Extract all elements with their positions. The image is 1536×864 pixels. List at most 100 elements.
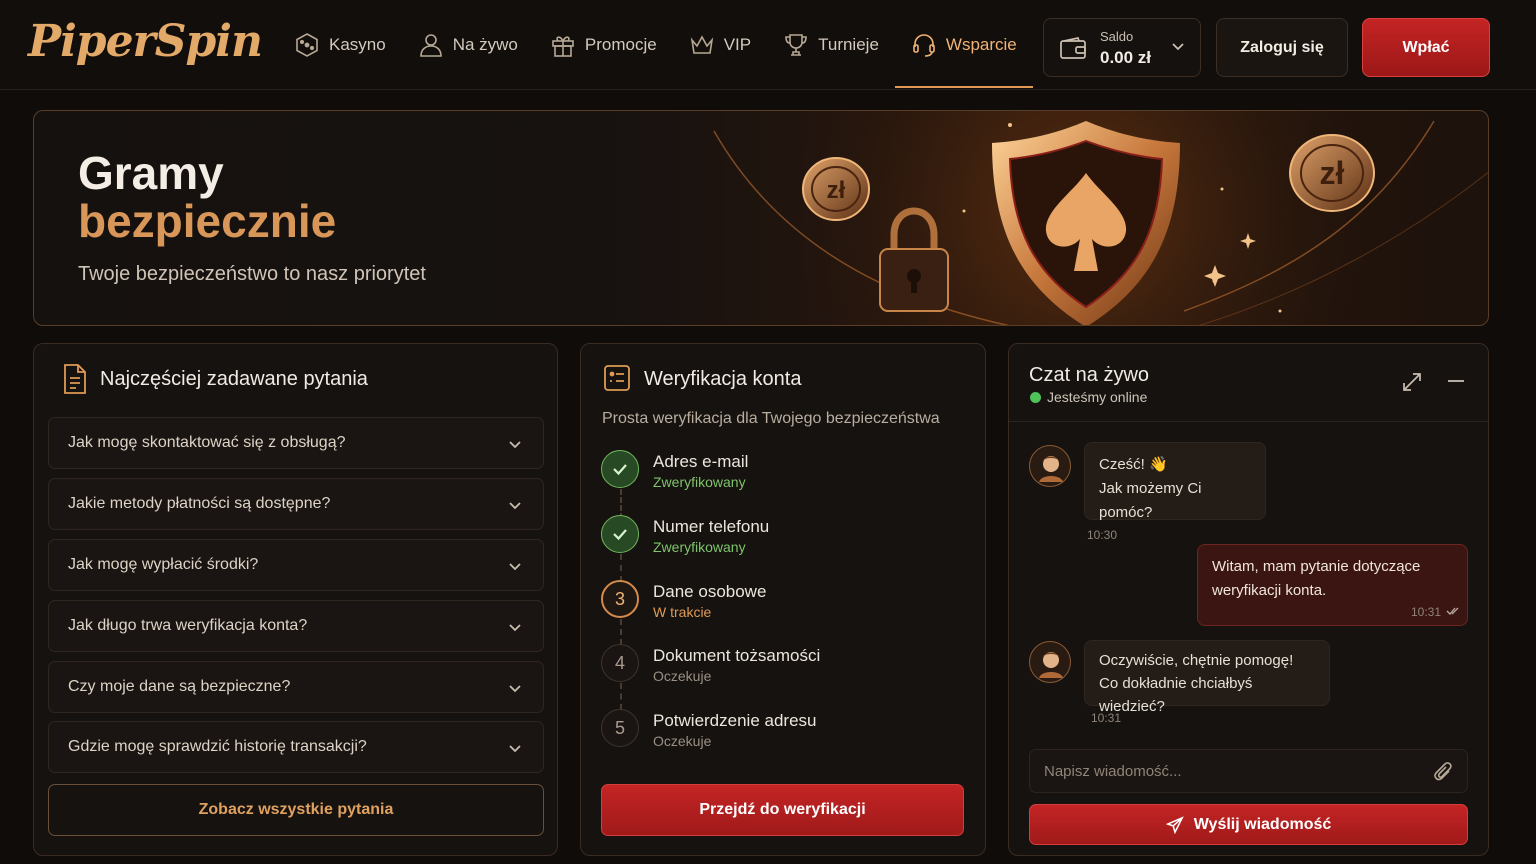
nav-item-wsparcie[interactable]: Wsparcie xyxy=(894,0,1033,90)
person-icon xyxy=(419,34,442,57)
agent-avatar-icon xyxy=(1039,456,1063,482)
chevron-down-icon xyxy=(509,502,521,510)
faq-question: Jak długo trwa weryfikacja konta? xyxy=(68,617,308,634)
nav-item-turnieje[interactable]: Turnieje xyxy=(767,0,895,90)
chevron-down-icon xyxy=(509,685,521,693)
step-name: Numer telefonu xyxy=(653,517,770,536)
message-line: weryfikacji konta. xyxy=(1212,582,1327,599)
nav-label: VIP xyxy=(723,35,752,54)
faq-title: Najczęściej zadawane pytania xyxy=(100,368,368,390)
step-status: Oczekuje xyxy=(653,668,712,684)
nav-item-na-zywo[interactable]: Na żywo xyxy=(402,0,534,90)
step-status: Oczekuje xyxy=(653,733,712,749)
chat-input-placeholder: Napisz wiadomość... xyxy=(1044,762,1182,780)
trophy-icon xyxy=(785,34,807,56)
verification-step-id-document: 4 Dokument tożsamości Oczekuje xyxy=(601,644,961,694)
see-all-questions-button[interactable]: Zobacz wszystkie pytania xyxy=(48,784,544,836)
main-nav: Kasyno Na żywo Promocje VIP Turnieje Wsp… xyxy=(278,0,1033,90)
step-status: Zweryfikowany xyxy=(653,474,746,490)
balance-value: 0.00 zł xyxy=(1100,48,1152,67)
step-name: Dokument tożsamości xyxy=(653,646,821,665)
expand-icon[interactable] xyxy=(1401,371,1423,393)
step-status: W trakcie xyxy=(653,604,712,620)
message-time: 10:31 xyxy=(1091,711,1122,725)
crown-icon xyxy=(690,35,713,54)
agent-avatar xyxy=(1029,445,1071,487)
hero-title-line2: bezpiecznie xyxy=(78,195,337,247)
gift-icon xyxy=(552,36,574,57)
coin-right: zł xyxy=(1289,134,1375,212)
step-marker xyxy=(601,450,639,488)
chat-status: Jesteśmy online xyxy=(1047,389,1148,405)
verification-subtitle: Prosta weryfikacja dla Twojego bezpiecze… xyxy=(602,410,940,427)
faq-question: Jak mogę skontaktować się z obsługą? xyxy=(68,434,346,451)
chevron-down-icon xyxy=(509,745,521,753)
minimize-icon[interactable] xyxy=(1446,371,1466,391)
message-line: Oczywiście, chętnie pomogę! xyxy=(1099,652,1294,669)
agent-avatar xyxy=(1029,641,1071,683)
paperclip-icon[interactable] xyxy=(1433,761,1453,783)
nav-item-kasyno[interactable]: Kasyno xyxy=(278,0,402,90)
headset-icon xyxy=(913,34,935,57)
step-marker xyxy=(601,515,639,553)
hero-subtitle: Twoje bezpieczeństwo to nasz priorytet xyxy=(78,263,426,285)
chevron-down-icon xyxy=(509,563,521,571)
message-time: 10:31 xyxy=(1411,605,1442,619)
step-marker: 4 xyxy=(601,644,639,682)
balance-label: Saldo xyxy=(1100,29,1134,44)
logo[interactable]: PiperSpin xyxy=(28,16,263,67)
checkmark-icon xyxy=(613,464,627,476)
message-line: Cześć! 👋 xyxy=(1099,456,1168,473)
nav-item-vip[interactable]: VIP xyxy=(673,0,767,90)
message-line: Witam, mam pytanie dotyczące xyxy=(1212,558,1421,575)
verification-card: Weryfikacja konta Prosta weryfikacja dla… xyxy=(580,343,986,856)
checkmark-icon xyxy=(613,529,627,541)
nav-label: Wsparcie xyxy=(945,35,1017,54)
send-label: Wyślij wiadomość xyxy=(1193,815,1332,833)
verification-step-phone: Numer telefonu Zweryfikowany xyxy=(601,515,961,565)
verification-step-email: Adres e-mail Zweryfikowany xyxy=(601,450,961,500)
nav-label: Promocje xyxy=(584,35,657,54)
send-message-button[interactable]: Wyślij wiadomość xyxy=(1029,804,1468,845)
verification-title: Weryfikacja konta xyxy=(644,368,802,390)
agent-avatar-icon xyxy=(1039,652,1063,678)
hero-title-line1: Gramy xyxy=(78,147,224,199)
wallet-icon xyxy=(1060,37,1086,59)
faq-question: Czy moje dane są bezpieczne? xyxy=(68,678,291,695)
nav-item-promocje[interactable]: Promocje xyxy=(534,0,673,90)
start-verification-button[interactable]: Przejdź do weryfikacji xyxy=(601,784,964,836)
chat-message-input[interactable]: Napisz wiadomość... xyxy=(1029,749,1468,793)
faq-question: Jak mogę wypłacić środki? xyxy=(68,556,259,573)
message-line: Jak możemy Ci pomóc? xyxy=(1099,480,1202,521)
login-button[interactable]: Zaloguj się xyxy=(1216,18,1348,77)
faq-card: Najczęściej zadawane pytania Jak mogę sk… xyxy=(33,343,558,856)
chat-title: Czat na żywo xyxy=(1029,364,1150,386)
top-bar: PiperSpin Kasyno Na żywo Promocje VIP Tu… xyxy=(0,0,1536,90)
nav-label: Turnieje xyxy=(818,35,879,54)
balance-dropdown[interactable]: Saldo 0.00 zł xyxy=(1043,18,1201,77)
nav-label: Na żywo xyxy=(452,35,518,54)
chevron-down-icon xyxy=(1172,43,1184,51)
faq-item[interactable]: Jak mogę skontaktować się z obsługą? xyxy=(48,417,544,469)
step-marker: 3 xyxy=(601,580,639,618)
message-time: 10:30 xyxy=(1087,528,1118,542)
hero-banner: zł zł Gramy bezpiecznie Twoje bezpieczeń… xyxy=(33,110,1489,326)
faq-item[interactable]: Gdzie mogę sprawdzić historię transakcji… xyxy=(48,721,544,773)
faq-item[interactable]: Jakie metody płatności są dostępne? xyxy=(48,478,544,530)
faq-item[interactable]: Jak długo trwa weryfikacja konta? xyxy=(48,600,544,652)
dice-icon xyxy=(296,33,318,57)
deposit-button[interactable]: Wpłać xyxy=(1362,18,1490,77)
nav-label: Kasyno xyxy=(329,35,386,54)
coin-left: zł xyxy=(802,157,870,221)
chat-message-agent: Oczywiście, chętnie pomogę! Co dokładnie… xyxy=(1084,640,1330,715)
faq-question: Gdzie mogę sprawdzić historię transakcji… xyxy=(68,738,367,755)
chat-message-agent: Cześć! 👋 Jak możemy Ci pomóc? xyxy=(1084,442,1266,521)
faq-item[interactable]: Jak mogę wypłacić środki? xyxy=(48,539,544,591)
chevron-down-icon xyxy=(509,441,521,449)
step-name: Potwierdzenie adresu xyxy=(653,711,817,730)
step-marker: 5 xyxy=(601,709,639,747)
live-chat-card: Czat na żywo Jesteśmy online Cześć! 👋 Ja… xyxy=(1008,343,1489,856)
faq-item[interactable]: Czy moje dane są bezpieczne? xyxy=(48,661,544,713)
chat-header: Czat na żywo Jesteśmy online xyxy=(1009,344,1488,422)
chevron-down-icon xyxy=(509,624,521,632)
